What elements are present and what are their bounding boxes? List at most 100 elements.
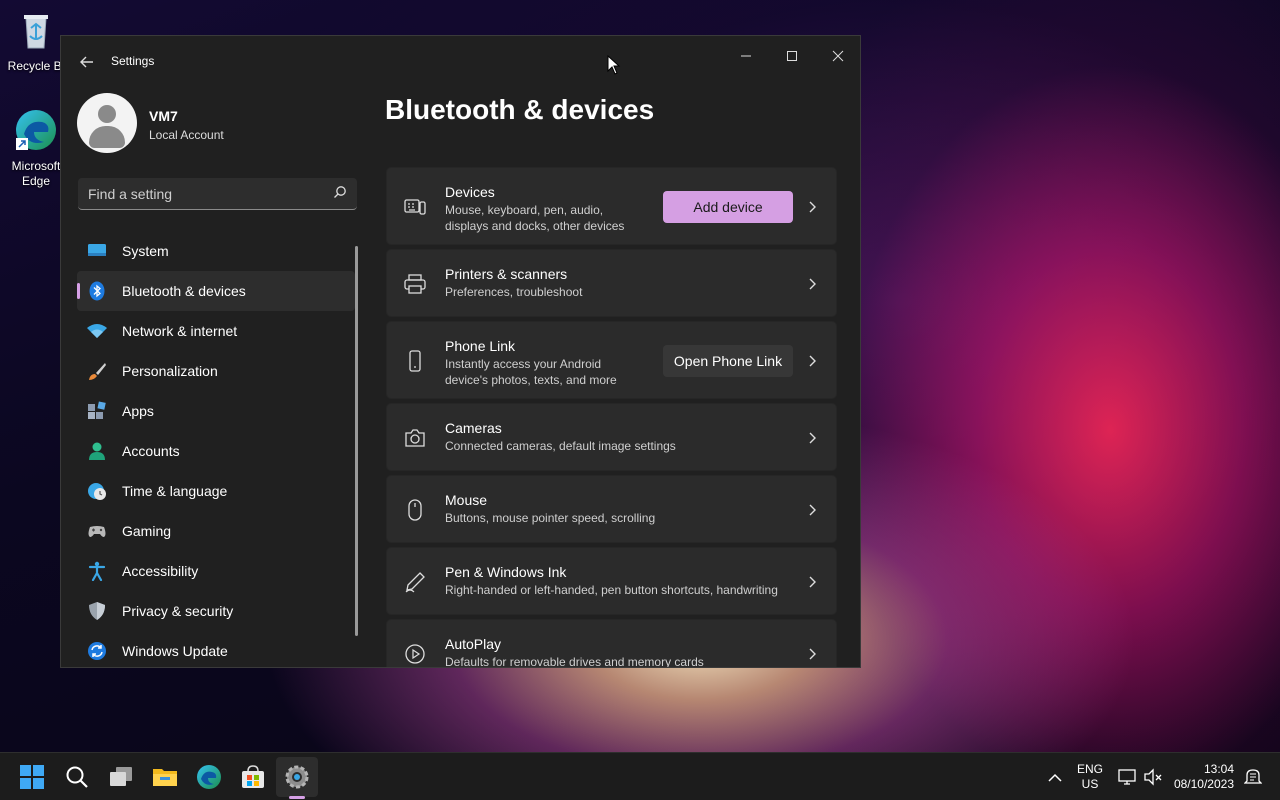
settings-window: Settings VM7 Local Account Find a settin…	[60, 35, 861, 668]
card-description: Preferences, troubleshoot	[445, 285, 583, 299]
card-description: Instantly access your Android device's ph…	[445, 357, 617, 387]
store-icon[interactable]	[240, 764, 266, 790]
mouse-cursor-icon	[607, 55, 621, 75]
back-arrow-icon[interactable]	[77, 52, 97, 72]
maximize-icon	[787, 51, 797, 61]
pen-icon	[405, 572, 425, 593]
card-title: Mouse	[445, 492, 488, 508]
mouse-icon	[408, 499, 422, 521]
language-indicator[interactable]: ENG US	[1076, 762, 1104, 792]
sidebar-item-accessibility[interactable]: Accessibility	[77, 551, 355, 591]
chevron-right-icon	[809, 576, 816, 588]
sidebar-item-windows-update[interactable]: Windows Update	[77, 631, 355, 667]
sidebar-item-label: Personalization	[122, 363, 218, 379]
sidebar-item-label: Bluetooth & devices	[122, 283, 246, 299]
network-icon[interactable]	[1117, 767, 1137, 787]
search-icon[interactable]	[64, 764, 90, 790]
recycle-bin-icon	[24, 15, 48, 49]
chevron-right-icon	[809, 355, 816, 367]
sidebar-scrollbar[interactable]	[355, 246, 358, 636]
desktop-icon-label: Microsoft Edge	[11, 159, 61, 188]
gamepad-icon	[88, 526, 106, 537]
person-icon	[89, 442, 105, 460]
card-mouse[interactable]: Mouse Buttons, mouse pointer speed, scro…	[386, 475, 837, 543]
chevron-right-icon	[809, 278, 816, 290]
search-input[interactable]: Find a setting	[78, 178, 357, 210]
accessibility-icon	[88, 561, 106, 581]
sidebar-item-system[interactable]: System	[77, 231, 355, 271]
minimize-button[interactable]	[723, 42, 769, 72]
card-cameras[interactable]: Cameras Connected cameras, default image…	[386, 403, 837, 471]
card-title: Phone Link	[445, 338, 516, 354]
monitor-icon	[88, 244, 106, 256]
chevron-right-icon	[809, 432, 816, 444]
profile-account-type: Local Account	[149, 128, 224, 142]
chevron-up-icon[interactable]	[1045, 768, 1065, 788]
close-icon	[832, 50, 844, 62]
bluetooth-icon	[89, 281, 105, 301]
sidebar-item-accounts[interactable]: Accounts	[77, 431, 355, 471]
card-title: Cameras	[445, 420, 502, 436]
notification-icon[interactable]	[1244, 767, 1262, 787]
sidebar-item-label: Apps	[122, 403, 154, 419]
title-bar[interactable]: Settings	[61, 36, 860, 86]
search-icon	[334, 186, 346, 198]
card-autoplay[interactable]: AutoPlay Defaults for removable drives a…	[386, 619, 837, 668]
chevron-right-icon	[809, 201, 816, 213]
sidebar-item-network[interactable]: Network & internet	[77, 311, 355, 351]
sidebar-item-apps[interactable]: Apps	[77, 391, 355, 431]
settings-card-list: Devices Mouse, keyboard, pen, audio, disp…	[386, 167, 837, 668]
printer-icon	[404, 274, 426, 294]
window-title: Settings	[111, 54, 155, 68]
start-icon[interactable]	[19, 764, 45, 790]
file-explorer-icon[interactable]	[152, 764, 178, 790]
sidebar-item-label: Time & language	[122, 483, 228, 499]
sidebar-item-gaming[interactable]: Gaming	[77, 511, 355, 551]
settings-icon[interactable]	[284, 764, 310, 790]
card-description: Buttons, mouse pointer speed, scrolling	[445, 511, 656, 525]
shield-icon	[89, 602, 105, 620]
sidebar-item-bluetooth[interactable]: Bluetooth & devices	[77, 271, 355, 311]
profile-name: VM7	[149, 108, 178, 124]
card-title: Printers & scanners	[445, 266, 568, 282]
devices-icon	[404, 199, 426, 215]
sidebar-nav: System Bluetooth & devices Network & int…	[77, 231, 355, 667]
card-description: Defaults for removable drives and memory…	[445, 655, 704, 668]
card-phone-link[interactable]: Phone Link Instantly access your Android…	[386, 321, 837, 399]
volume-muted-icon[interactable]	[1143, 767, 1163, 787]
avatar	[77, 93, 137, 153]
card-title: AutoPlay	[445, 636, 502, 652]
sidebar-item-time-language[interactable]: Time & language	[77, 471, 355, 511]
globe-clock-icon	[88, 483, 106, 500]
active-app-indicator	[289, 796, 305, 799]
card-description: Mouse, keyboard, pen, audio, displays and…	[445, 203, 625, 233]
chevron-right-icon	[809, 648, 816, 660]
chevron-right-icon	[809, 504, 816, 516]
phone-icon	[409, 350, 421, 372]
card-description: Connected cameras, default image setting…	[445, 439, 676, 453]
autoplay-icon	[405, 644, 425, 664]
card-description: Right-handed or left-handed, pen button …	[445, 583, 778, 597]
task-view-icon[interactable]	[108, 764, 134, 790]
taskbar: ENG US 13:04 08/10/2023	[0, 752, 1280, 800]
wifi-icon	[87, 324, 107, 338]
add-device-button[interactable]: Add device	[663, 191, 793, 223]
card-title: Devices	[445, 184, 495, 200]
card-title: Pen & Windows Ink	[445, 564, 567, 580]
sidebar-item-label: Gaming	[122, 523, 172, 539]
card-devices[interactable]: Devices Mouse, keyboard, pen, audio, disp…	[386, 167, 837, 245]
close-button[interactable]	[815, 42, 860, 72]
minimize-icon	[741, 55, 751, 57]
sidebar-item-privacy[interactable]: Privacy & security	[77, 591, 355, 631]
brush-icon	[89, 363, 106, 380]
camera-icon	[405, 429, 425, 447]
sidebar-item-personalization[interactable]: Personalization	[77, 351, 355, 391]
card-pen-windows-ink[interactable]: Pen & Windows Ink Right-handed or left-h…	[386, 547, 837, 615]
maximize-button[interactable]	[769, 42, 815, 72]
update-icon	[88, 642, 106, 660]
card-printers-scanners[interactable]: Printers & scanners Preferences, trouble…	[386, 249, 837, 317]
clock[interactable]: 13:04 08/10/2023	[1172, 762, 1234, 792]
open-phone-link-button[interactable]: Open Phone Link	[663, 345, 793, 377]
search-placeholder: Find a setting	[88, 186, 173, 202]
edge-icon[interactable]	[196, 764, 222, 790]
